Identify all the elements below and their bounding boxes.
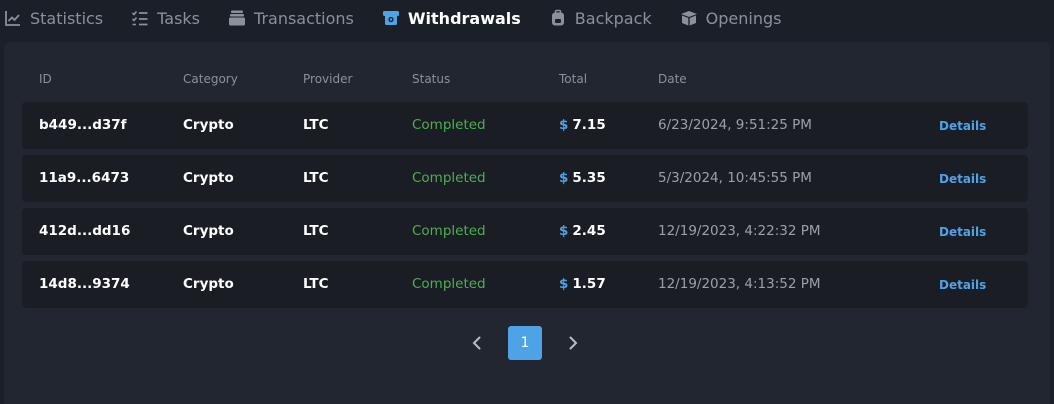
total-amount: 5.35: [572, 170, 606, 186]
withdrawal-id: 14d8...9374: [39, 276, 130, 292]
currency-symbol: $: [559, 117, 569, 133]
withdrawal-date: 12/19/2023, 4:22:32 PM: [658, 223, 821, 239]
total-amount: 2.45: [572, 223, 606, 239]
details-link[interactable]: Details: [939, 172, 986, 186]
header-category: Category: [183, 72, 238, 86]
currency-symbol: $: [559, 170, 569, 186]
withdrawal-total: $2.45: [559, 223, 606, 239]
chevron-right-icon: [569, 336, 578, 350]
total-amount: 1.57: [572, 276, 606, 292]
withdrawal-provider: LTC: [303, 117, 329, 133]
next-page-button[interactable]: [558, 326, 588, 360]
box-open-icon: [680, 9, 698, 27]
total-amount: 7.15: [572, 117, 606, 133]
tab-label: Backpack: [574, 8, 652, 28]
header-date: Date: [658, 72, 687, 86]
table-row: 11a9...6473 Crypto LTC Completed $5.35 5…: [22, 155, 1028, 202]
status-badge: Completed: [412, 117, 486, 133]
tab-statistics[interactable]: Statistics: [4, 9, 103, 28]
header-provider: Provider: [303, 72, 353, 86]
tab-label: Withdrawals: [407, 8, 521, 28]
chart-line-icon: [4, 9, 22, 27]
details-link[interactable]: Details: [939, 225, 986, 239]
withdrawal-category: Crypto: [183, 117, 234, 133]
tab-transactions[interactable]: Transactions: [228, 9, 354, 28]
withdrawals-panel: ID Category Provider Status Total Date b…: [4, 42, 1050, 404]
withdrawal-provider: LTC: [303, 223, 329, 239]
withdrawals-table: b449...d37f Crypto LTC Completed $7.15 6…: [22, 102, 1028, 314]
tab-withdrawals[interactable]: Withdrawals: [382, 9, 521, 28]
tab-openings[interactable]: Openings: [680, 8, 782, 28]
table-row: 14d8...9374 Crypto LTC Completed $1.57 1…: [22, 261, 1028, 308]
details-link[interactable]: Details: [939, 119, 986, 133]
tab-label: Openings: [705, 8, 782, 28]
table-row: b449...d37f Crypto LTC Completed $7.15 6…: [22, 102, 1028, 149]
withdrawal-total: $7.15: [559, 117, 606, 133]
tab-tasks[interactable]: Tasks: [131, 9, 200, 28]
withdrawal-id: 412d...dd16: [39, 223, 131, 239]
status-badge: Completed: [412, 276, 486, 292]
table-header: ID Category Provider Status Total Date: [22, 72, 1028, 90]
details-link[interactable]: Details: [939, 278, 986, 292]
withdrawal-total: $1.57: [559, 276, 606, 292]
withdrawal-id: 11a9...6473: [39, 170, 130, 186]
backpack-icon: [549, 9, 567, 27]
currency-symbol: $: [559, 276, 569, 292]
tab-label: Tasks: [157, 8, 201, 28]
withdrawal-provider: LTC: [303, 170, 329, 186]
status-badge: Completed: [412, 223, 486, 239]
withdrawal-date: 5/3/2024, 10:45:55 PM: [658, 170, 812, 186]
atm-icon: [382, 9, 400, 27]
chevron-left-icon: [472, 336, 481, 350]
stack-icon: [228, 9, 246, 27]
withdrawal-category: Crypto: [183, 170, 234, 186]
status-badge: Completed: [412, 170, 486, 186]
previous-page-button[interactable]: [462, 326, 492, 360]
header-status: Status: [412, 72, 451, 86]
tab-label: Statistics: [30, 8, 104, 28]
currency-symbol: $: [559, 223, 569, 239]
table-row: 412d...dd16 Crypto LTC Completed $2.45 1…: [22, 208, 1028, 255]
section-tabs: Statistics Tasks Transactions Withdrawal…: [0, 0, 1054, 36]
withdrawal-date: 6/23/2024, 9:51:25 PM: [658, 117, 812, 133]
checklist-icon: [131, 9, 149, 27]
tab-backpack[interactable]: Backpack: [549, 9, 652, 28]
header-total: Total: [559, 72, 588, 86]
pagination: 1: [4, 326, 1050, 360]
withdrawal-provider: LTC: [303, 276, 329, 292]
page-number-button[interactable]: 1: [508, 326, 542, 360]
tab-label: Transactions: [254, 8, 354, 28]
withdrawal-category: Crypto: [183, 223, 234, 239]
header-id: ID: [39, 72, 52, 86]
withdrawal-total: $5.35: [559, 170, 606, 186]
withdrawal-category: Crypto: [183, 276, 234, 292]
withdrawal-id: b449...d37f: [39, 117, 127, 133]
withdrawal-date: 12/19/2023, 4:13:52 PM: [658, 276, 821, 292]
